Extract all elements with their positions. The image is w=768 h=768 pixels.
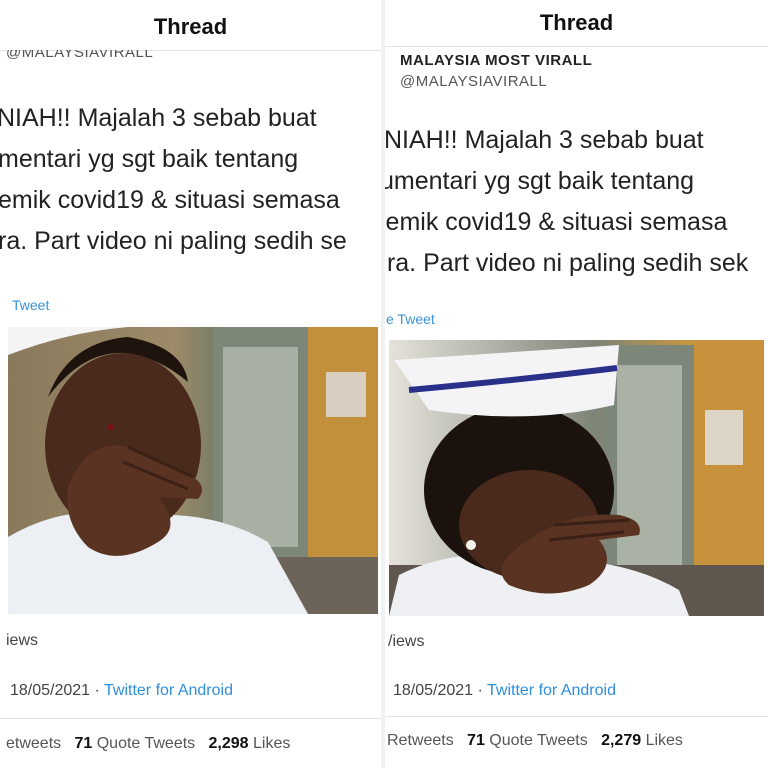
meta-divider — [385, 716, 768, 717]
tweet-date: 18/05/2021 — [393, 682, 474, 699]
video-player[interactable] — [389, 340, 764, 616]
tweet-meta: 18/05/2021 · Twitter for Android — [393, 682, 616, 700]
tweet-line: ıra. Part video ni paling sedih sek — [385, 249, 749, 277]
tweet-line: ra. Part video ni paling sedih se — [0, 227, 347, 255]
account-handle[interactable]: @MALAYSIAVIRALL — [400, 73, 547, 90]
retweets-label[interactable]: etweets — [6, 735, 61, 752]
account-handle-clipped[interactable]: @MALAYSIAVIRALL — [6, 50, 153, 64]
tweet-line: mentari yg sgt baik tentang — [0, 145, 299, 173]
quote-count[interactable]: 71 — [74, 735, 92, 752]
quote-label[interactable]: Quote Tweets — [489, 732, 587, 749]
likes-label[interactable]: Likes — [646, 732, 683, 749]
tweet-line: umentari yg sgt baik tentang — [385, 167, 695, 195]
views-label: iews — [6, 632, 39, 649]
likes-label[interactable]: Likes — [253, 735, 290, 752]
likes-count[interactable]: 2,298 — [209, 735, 249, 752]
tweet-line: NIAH!! Majalah 3 sebab buat — [0, 104, 317, 132]
header-divider — [385, 46, 768, 47]
engagement-stats: etweets 71 Quote Tweets 2,298 Likes — [6, 735, 290, 753]
left-screenshot-panel: Thread @MALAYSIAVIRALL NIAH!! Majalah 3 … — [0, 0, 381, 768]
engagement-stats: Retweets 71 Quote Tweets 2,279 Likes — [387, 732, 683, 750]
tweet-line: lemik covid19 & situasi semasa — [385, 208, 728, 236]
tweet-line: NIAH!! Majalah 3 sebab buat — [385, 126, 704, 154]
video-frame-image — [8, 327, 378, 614]
quote-label[interactable]: Quote Tweets — [97, 735, 195, 752]
thread-header-title: Thread — [539, 10, 614, 35]
meta-divider — [0, 718, 381, 719]
quote-count[interactable]: 71 — [467, 732, 485, 749]
meta-separator: · — [477, 682, 483, 699]
likes-count[interactable]: 2,279 — [601, 732, 641, 749]
meta-separator: · — [94, 682, 100, 699]
tweet-date: 18/05/2021 — [10, 682, 91, 699]
tweet-line: emik covid19 & situasi semasa — [0, 186, 340, 214]
tweet-text: NIAH!! Majalah 3 sebab buat umentari yg … — [385, 120, 748, 284]
quote-tweet-link[interactable]: Tweet — [12, 297, 49, 313]
client-link[interactable]: Twitter for Android — [104, 682, 233, 699]
retweets-label[interactable]: Retweets — [387, 732, 454, 749]
client-link[interactable]: Twitter for Android — [487, 682, 616, 699]
tweet-meta: 18/05/2021 · Twitter for Android — [10, 682, 233, 700]
video-frame-image — [389, 340, 764, 616]
quote-tweet-link[interactable]: e Tweet — [386, 311, 435, 327]
account-display-name[interactable]: MALAYSIA MOST VIRALL — [400, 52, 592, 69]
views-label: /iews — [388, 633, 425, 650]
tweet-text: NIAH!! Majalah 3 sebab buat mentari yg s… — [0, 98, 347, 262]
right-screenshot-panel: Thread MALAYSIA MOST VIRALL @MALAYSIAVIR… — [385, 0, 768, 768]
thread-header-title: Thread — [153, 14, 228, 39]
video-player[interactable] — [8, 327, 378, 614]
